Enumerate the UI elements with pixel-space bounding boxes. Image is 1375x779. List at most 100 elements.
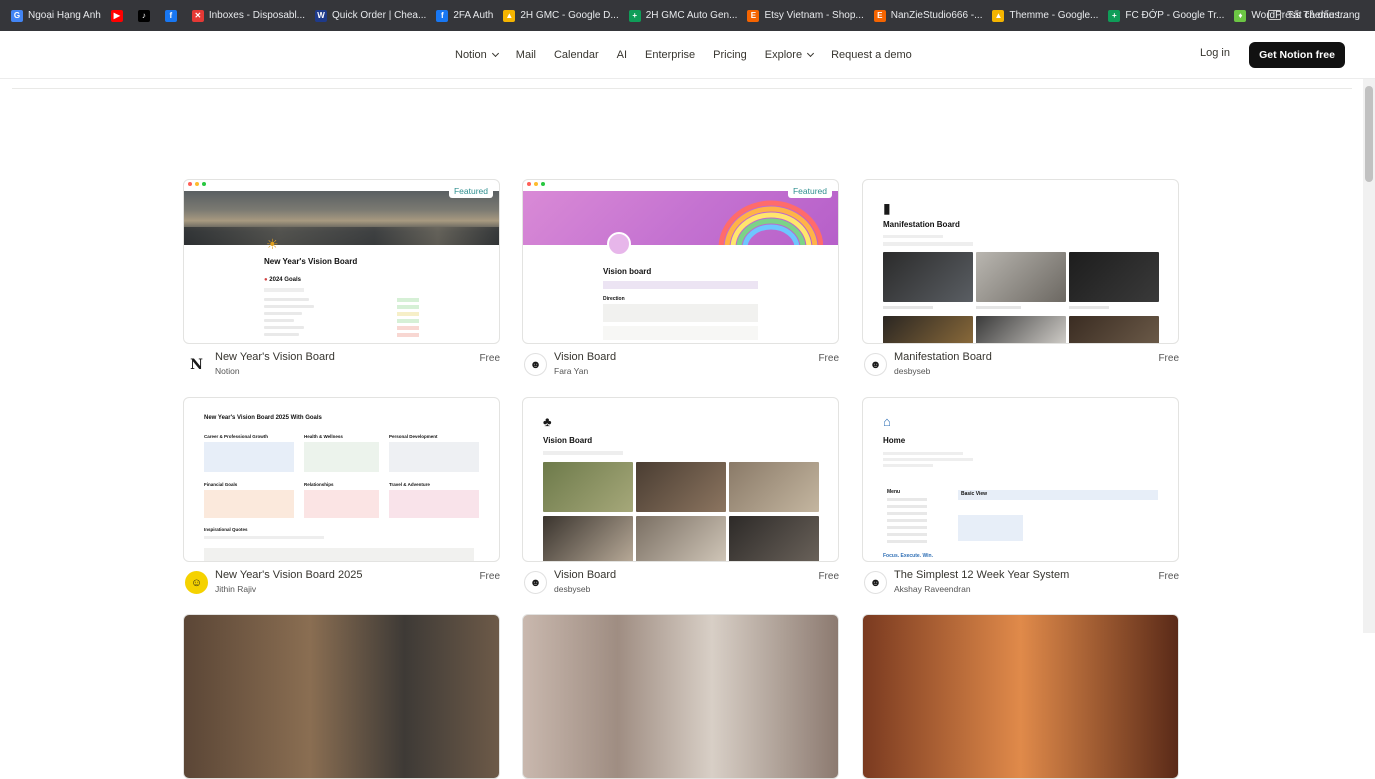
nav-calendar[interactable]: Calendar: [545, 49, 608, 61]
nav-mail[interactable]: Mail: [507, 49, 545, 61]
template-preview[interactable]: [862, 614, 1179, 779]
template-title[interactable]: Vision Board: [554, 351, 616, 363]
nav-notion-label: Notion: [455, 48, 487, 61]
bookmarks-bar: G Ngoại Hạng Anh ▶ ♪ f ✕ Inboxes - Disposabl..…: [0, 0, 1375, 31]
template-preview[interactable]: New Year's Vision Board 2025 With Goals …: [183, 397, 500, 562]
preview-meta: [883, 235, 943, 238]
preview-tabs: [264, 288, 304, 292]
gallery-photo: [976, 252, 1066, 302]
nav-ai[interactable]: AI: [608, 49, 636, 61]
chevron-down-icon: [807, 49, 815, 57]
template-price: Free: [818, 571, 839, 582]
nav-links: Notion Mail Calendar AI Enterprise Prici…: [455, 31, 921, 78]
template-preview[interactable]: ☀ New Year's Vision Board ● 2024 Goals F…: [183, 179, 500, 344]
bookmark-label: 2H GMC - Google D...: [520, 10, 619, 21]
template-preview[interactable]: Vision board Direction Featured: [522, 179, 839, 344]
bookmark-item[interactable]: f: [160, 5, 187, 27]
gallery-photo: [543, 516, 633, 561]
bookmark-favicon-icon: +: [1108, 9, 1121, 22]
window-dots: [527, 182, 545, 186]
flower-icon: [607, 232, 631, 256]
bookmark-item[interactable]: f 2FA Auth: [431, 5, 498, 27]
bookmark-item[interactable]: ▲ 2H GMC - Google D...: [498, 5, 623, 27]
goal-card: [389, 490, 479, 518]
template-card[interactable]: [183, 614, 500, 779]
author-avatar: ☻: [864, 353, 887, 376]
template-author[interactable]: Akshay Raveendran: [894, 584, 971, 594]
template-author[interactable]: desbyseb: [554, 584, 590, 594]
goal-column-title: Financial Goals: [204, 482, 238, 487]
scrollbar-thumb[interactable]: [1365, 86, 1373, 182]
template-card[interactable]: ♣ Vision Board ☻ Vision Board desbyseb F…: [522, 397, 839, 608]
bookmark-item[interactable]: + FC ĐỚP - Google Tr...: [1103, 5, 1229, 27]
preview-subtitle: Direction: [603, 296, 625, 302]
bookmark-label: 2FA Auth: [453, 10, 494, 21]
preview-tabs: [543, 451, 623, 455]
all-bookmarks-button[interactable]: Tất cả dấu trang: [1263, 4, 1365, 26]
template-preview[interactable]: ▮ Manifestation Board: [862, 179, 1179, 344]
gallery-photo: [976, 316, 1066, 343]
preview-subtitle: ● 2024 Goals: [264, 277, 301, 283]
nav-enterprise[interactable]: Enterprise: [636, 49, 704, 61]
nav-pricing[interactable]: Pricing: [704, 49, 756, 61]
goal-column-title: Travel & Adventure: [389, 482, 430, 487]
goal-card: [204, 490, 294, 518]
template-card[interactable]: Vision board Direction Featured ☻ Vision…: [522, 179, 839, 390]
bookmark-item[interactable]: ♪: [133, 5, 160, 27]
template-card[interactable]: ⌂ Home Menu Basic View Focus. Execute. W…: [862, 397, 1179, 608]
template-card[interactable]: [522, 614, 839, 779]
nav-explore-label: Explore: [764, 48, 803, 61]
preview-block: [603, 326, 758, 340]
template-title[interactable]: Manifestation Board: [894, 351, 992, 363]
get-notion-free-button[interactable]: Get Notion free: [1249, 42, 1345, 68]
nav-notion[interactable]: Notion: [455, 49, 507, 61]
template-card[interactable]: ☀ New Year's Vision Board ● 2024 Goals F…: [183, 179, 500, 390]
bookmark-item[interactable]: ▲ Themme - Google...: [987, 5, 1103, 27]
bookmark-label: Quick Order | Chea...: [332, 10, 427, 21]
bookmark-favicon-icon: W: [315, 9, 328, 22]
basic-view-title: Basic View: [961, 491, 988, 497]
featured-badge: Featured: [787, 184, 832, 198]
bookmark-item[interactable]: E NanZieStudio666 -...: [869, 5, 988, 27]
template-preview[interactable]: [522, 614, 839, 779]
nav-explore[interactable]: Explore: [756, 49, 822, 61]
gallery-photo: [883, 252, 973, 302]
preview-title: Manifestation Board: [883, 220, 960, 229]
gallery-photo: [883, 316, 973, 343]
template-card[interactable]: ▮ Manifestation Board ☻ Manifestation Bo…: [862, 179, 1179, 390]
bookmark-favicon-icon: ▲: [992, 9, 1005, 22]
template-meta: ☻ Manifestation Board desbyseb Free: [862, 350, 1179, 390]
login-link[interactable]: Log in: [1200, 47, 1230, 59]
gallery-photo: [729, 516, 819, 561]
goal-column-title: Health & Wellness: [304, 434, 343, 439]
bookmark-favicon-icon: ♦: [1234, 9, 1247, 22]
template-title[interactable]: New Year's Vision Board 2025: [215, 569, 362, 581]
chevron-down-icon: [491, 49, 499, 57]
template-title[interactable]: New Year's Vision Board: [215, 351, 335, 363]
template-preview[interactable]: ⌂ Home Menu Basic View Focus. Execute. W…: [862, 397, 1179, 562]
bookmark-item[interactable]: W Quick Order | Chea...: [310, 5, 431, 27]
preview-list: [264, 298, 419, 337]
instructions-block: [204, 548, 474, 561]
bookmark-item[interactable]: +2H GMC Auto Gen...: [624, 5, 743, 27]
bookmark-item[interactable]: G Ngoại Hạng Anh: [6, 5, 106, 27]
bookmark-item[interactable]: E Etsy Vietnam - Shop...: [742, 5, 868, 27]
bookmark-item[interactable]: ✕ Inboxes - Disposabl...: [187, 5, 310, 27]
bookmark-item[interactable]: ▶: [106, 5, 133, 27]
preview-tabs: [883, 242, 973, 246]
template-card[interactable]: [862, 614, 1179, 779]
template-title[interactable]: The Simplest 12 Week Year System: [894, 569, 1069, 581]
template-preview[interactable]: [183, 614, 500, 779]
template-title[interactable]: Vision Board: [554, 569, 616, 581]
page-icon: ▮: [883, 200, 891, 216]
footer-tagline: Focus. Execute. Win.: [883, 553, 933, 559]
template-author[interactable]: Notion: [215, 366, 240, 376]
template-author[interactable]: desbyseb: [894, 366, 930, 376]
template-preview[interactable]: ♣ Vision Board: [522, 397, 839, 562]
nav-request-demo[interactable]: Request a demo: [822, 49, 921, 61]
preview-title: New Year's Vision Board: [264, 257, 358, 266]
template-author[interactable]: Fara Yan: [554, 366, 588, 376]
template-card[interactable]: New Year's Vision Board 2025 With Goals …: [183, 397, 500, 608]
bookmark-label: FC ĐỚP - Google Tr...: [1125, 10, 1225, 21]
template-author[interactable]: Jithin Rajiv: [215, 584, 256, 594]
